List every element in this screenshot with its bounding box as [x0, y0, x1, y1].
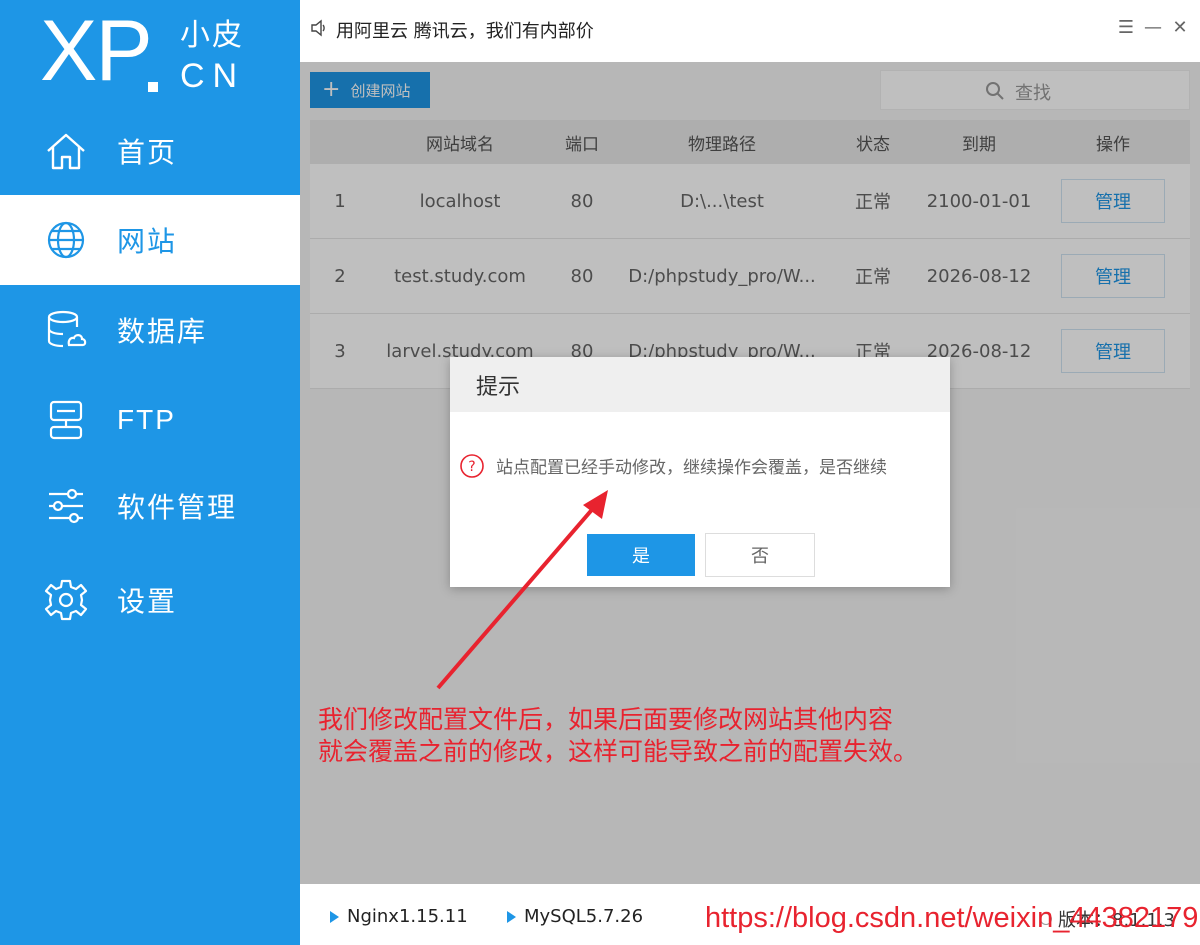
sidebar-item-label: 数据库 [117, 315, 208, 348]
sidebar-item-label: FTP [117, 404, 176, 435]
svg-text:?: ? [468, 459, 475, 475]
mysql-label: MySQL5.7.26 [524, 906, 644, 927]
globe-icon [44, 218, 88, 262]
sidebar-item-home[interactable]: 首页 [0, 106, 300, 196]
logo-xp: XP [40, 3, 153, 99]
sidebar-item-software[interactable]: 软件管理 [0, 461, 300, 551]
app-logo: XP 小皮 CN [40, 8, 260, 100]
minimize-button[interactable]: — [1142, 17, 1164, 39]
dialog-message: ? 站点配置已经手动修改，继续操作会覆盖，是否继续 [460, 453, 887, 478]
play-icon [507, 910, 516, 923]
menu-button[interactable]: ☰ [1115, 17, 1137, 39]
title-bar: 用阿里云 腾讯云，我们有内部价 ☰ — ✕ [300, 0, 1200, 62]
sidebar-item-label: 设置 [117, 585, 178, 618]
sidebar-item-database[interactable]: 数据库 [0, 285, 300, 375]
dialog-message-text: 站点配置已经手动修改，继续操作会覆盖，是否继续 [496, 458, 887, 478]
close-button[interactable]: ✕ [1169, 17, 1191, 39]
watermark: https://blog.csdn.net/weixin_44382179 [705, 902, 1199, 934]
sidebar-item-settings[interactable]: 设置 [0, 555, 300, 645]
logo-cn: CN [180, 57, 246, 95]
yes-button[interactable]: 是 [587, 534, 695, 576]
annotation-text: 我们修改配置文件后，如果后面要修改网站其他内容 就会覆盖之前的修改，这样可能导致… [318, 704, 1018, 768]
logo-dot [148, 82, 158, 92]
sidebar-item-website[interactable]: 网站 [0, 195, 300, 285]
logo-chinese: 小皮 [180, 18, 244, 53]
notice-text[interactable]: 用阿里云 腾讯云，我们有内部价 [336, 17, 594, 43]
sidebar-item-label: 首页 [117, 136, 178, 169]
mysql-status[interactable]: MySQL5.7.26 [507, 906, 643, 927]
sidebar-item-label: 网站 [117, 225, 178, 258]
nginx-label: Nginx1.15.11 [347, 906, 468, 927]
sidebar-item-ftp[interactable]: FTP [0, 375, 300, 465]
nginx-status[interactable]: Nginx1.15.11 [330, 906, 468, 927]
home-icon [44, 129, 88, 173]
speaker-icon [310, 19, 330, 39]
dialog-title: 提示 [450, 357, 950, 412]
annotation-line-2: 就会覆盖之前的修改，这样可能导致之前的配置失效。 [318, 737, 919, 766]
question-icon: ? [460, 453, 484, 478]
sidebar-item-label: 软件管理 [117, 491, 238, 524]
ftp-icon [44, 398, 88, 442]
annotation-line-1: 我们修改配置文件后，如果后面要修改网站其他内容 [318, 705, 894, 734]
sidebar: XP 小皮 CN 首页 网站 数据库 FTP 软件管理 设置 [0, 0, 300, 945]
play-icon [330, 910, 339, 923]
confirm-dialog: 提示 ? 站点配置已经手动修改，继续操作会覆盖，是否继续 是 否 [450, 357, 950, 587]
gear-icon [44, 578, 88, 622]
database-icon [44, 308, 88, 352]
sliders-icon [44, 484, 88, 528]
no-button[interactable]: 否 [705, 533, 815, 577]
